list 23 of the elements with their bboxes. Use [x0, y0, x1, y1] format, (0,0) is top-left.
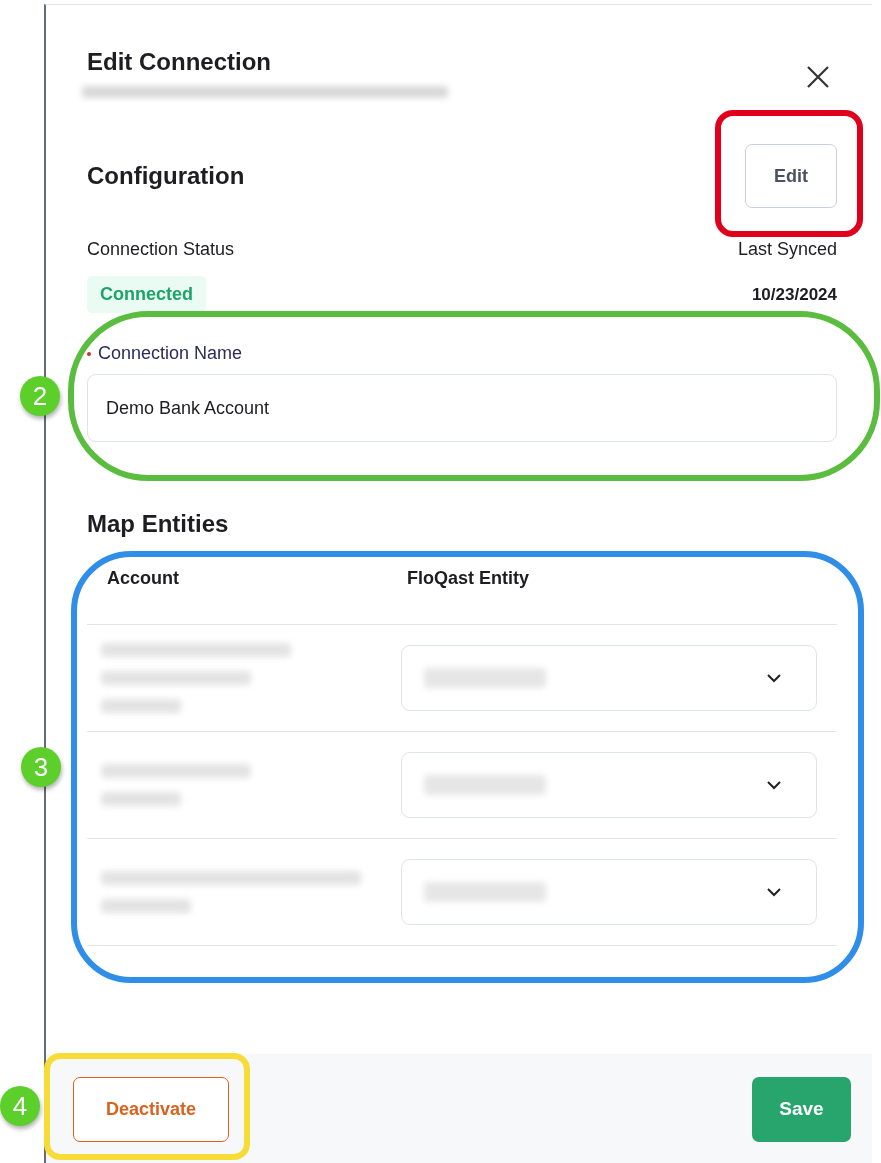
field-label: Last Synced — [737, 239, 837, 260]
section-title: Map Entities — [87, 510, 230, 538]
entity-dropdown[interactable] — [401, 752, 817, 818]
step-badge: 3 — [21, 747, 61, 787]
deactivate-button[interactable]: Deactivate — [73, 1076, 229, 1142]
column-header: FloQast Entity — [407, 568, 530, 589]
chevron-down-icon — [766, 673, 782, 683]
panel-title: Edit Connection — [87, 48, 272, 76]
edit-button[interactable]: Edit — [745, 144, 837, 208]
entity-dropdown[interactable] — [401, 859, 817, 925]
field-label: Connection Name — [98, 343, 243, 364]
close-icon[interactable] — [806, 65, 830, 89]
chevron-down-icon — [766, 780, 782, 790]
input-field[interactable]: Demo Bank Account — [87, 374, 837, 442]
step-badge: 2 — [20, 376, 60, 416]
column-header: Account — [106, 568, 180, 589]
chevron-down-icon — [766, 887, 782, 897]
sync-date: 10/23/2024 — [751, 284, 837, 305]
step-badge: 4 — [0, 1086, 40, 1126]
field-label: Connection Status — [87, 239, 235, 260]
status-badge: Connected — [87, 276, 206, 313]
entity-dropdown[interactable] — [401, 645, 817, 711]
section-title: Configuration — [87, 162, 245, 190]
